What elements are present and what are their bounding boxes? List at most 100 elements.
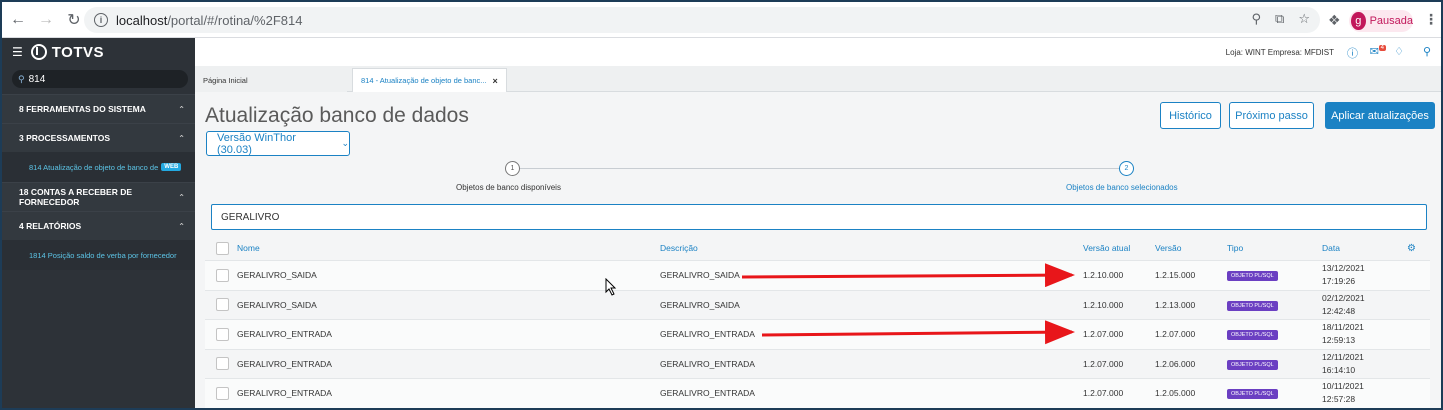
profile-chip[interactable]: g Pausada	[1349, 10, 1413, 32]
hamburger-menu-icon[interactable]: ☰	[12, 45, 23, 59]
sidebar-item-relatorios[interactable]: 4 RELATÓRIOS ⌃	[2, 211, 195, 240]
routine-tabs: Página Inicial 814 - Atualização de obje…	[195, 66, 1441, 92]
table-row[interactable]: GERALIVRO_ENTRADA GERALIVRO_ENTRADA 1.2.…	[205, 319, 1430, 349]
user-icon[interactable]: ⚲	[1423, 45, 1431, 58]
back-icon[interactable]: ←	[6, 8, 30, 32]
extensions-puzzle-icon[interactable]: ❖	[1328, 12, 1341, 29]
totvs-logo-icon	[30, 44, 47, 60]
version-select-value: Versão WinThor (30.03)	[217, 131, 296, 156]
forward-icon[interactable]: →	[34, 8, 58, 32]
sidebar-item-contas-receber[interactable]: 18 CONTAS A RECEBER DE FORNECEDOR ⌃	[2, 182, 195, 211]
reload-icon[interactable]: ↻	[62, 8, 86, 32]
tab-label: Página Inicial	[203, 75, 248, 85]
step-1-circle[interactable]: 1	[505, 161, 520, 176]
column-header-data[interactable]: Data	[1322, 242, 1340, 255]
cell-tipo: OBJETO PL/SQL	[1227, 387, 1278, 400]
row-checkbox[interactable]	[216, 268, 229, 282]
table-row[interactable]: GERALIVRO_ENTRADA GERALIVRO_ENTRADA 1.2.…	[205, 348, 1430, 378]
cell-nome: GERALIVRO_SAIDA	[237, 299, 317, 310]
column-header-tipo[interactable]: Tipo	[1227, 243, 1243, 253]
select-all-checkbox[interactable]	[216, 241, 229, 255]
step-1-label: Objetos de banco disponíveis	[456, 183, 561, 192]
mail-icon[interactable]: ✉	[1370, 45, 1379, 58]
help-icon[interactable]: ⓘ	[1347, 45, 1358, 61]
store-company-info: Loja: WINT Empresa: MFDIST	[1225, 48, 1334, 57]
cell-nome: GERALIVRO_ENTRADA	[237, 329, 332, 340]
cell-versao-atual: 1.2.10.000	[1083, 270, 1124, 281]
sidebar-search-input[interactable]: ⚲ 814	[12, 70, 188, 88]
step-2-circle[interactable]: 2	[1119, 161, 1134, 176]
chevron-up-icon: ⌃	[178, 221, 185, 231]
cell-date: 02/12/2021	[1322, 292, 1365, 303]
search-value: 814	[28, 73, 46, 85]
cell-time: 17:19:26	[1322, 276, 1356, 287]
main-content: Atualização banco de dados Histórico Pró…	[195, 92, 1441, 408]
row-checkbox[interactable]	[216, 327, 229, 341]
cell-descricao: GERALIVRO_SAIDA	[660, 270, 740, 281]
sidebar-subitem-label: 814 Atualização de objeto de banco de	[29, 162, 159, 172]
chevron-up-icon: ⌃	[178, 104, 185, 114]
totvs-logo: TOTVS	[30, 43, 104, 61]
site-info-icon[interactable]: i	[94, 13, 108, 27]
row-checkbox[interactable]	[216, 357, 229, 371]
cell-descricao: GERALIVRO_ENTRADA	[660, 329, 755, 340]
column-header-versao-atual[interactable]: Versão atual	[1083, 243, 1130, 253]
brand-text: TOTVS	[51, 43, 104, 61]
share-icon[interactable]: ⧉	[1275, 11, 1284, 27]
table-row[interactable]: GERALIVRO_SAIDA GERALIVRO_SAIDA 1.2.10.0…	[205, 289, 1430, 319]
row-checkbox[interactable]	[216, 298, 229, 312]
cell-versao-atual: 1.2.07.000	[1083, 388, 1124, 399]
table-row[interactable]: GERALIVRO_SAIDA GERALIVRO_SAIDA 1.2.10.0…	[205, 260, 1430, 290]
tab-label: 814 - Atualização de objeto de banc...	[361, 76, 487, 85]
cell-versao-atual: 1.2.10.000	[1083, 299, 1124, 310]
sidebar-item-processamentos[interactable]: 3 PROCESSAMENTOS ⌃	[2, 123, 195, 152]
tipo-badge: OBJETO PL/SQL	[1227, 389, 1278, 400]
proximo-passo-button[interactable]: Próximo passo	[1229, 102, 1314, 129]
cell-time: 16:14:10	[1322, 364, 1356, 375]
table-row[interactable]: GERALIVRO_ENTRADA GERALIVRO_ENTRADA 1.2.…	[205, 378, 1430, 408]
cell-versao: 1.2.07.000	[1155, 329, 1196, 340]
cell-date: 13/12/2021	[1322, 263, 1365, 274]
historico-button[interactable]: Histórico	[1160, 102, 1221, 129]
cell-time: 12:57:28	[1322, 394, 1356, 405]
sidebar-subitem-1814[interactable]: 1814 Posição saldo de verba por forneced…	[2, 240, 195, 270]
sidebar-header: ☰ TOTVS	[2, 38, 195, 66]
notification-bell-icon[interactable]: ♢	[1394, 45, 1404, 58]
objects-table: Nome Descrição Versão atual Versão Tipo …	[205, 236, 1430, 408]
stepper-line	[518, 168, 1125, 169]
cell-nome: GERALIVRO_ENTRADA	[237, 358, 332, 369]
gear-icon[interactable]: ⚙	[1407, 243, 1416, 254]
app-topbar: Loja: WINT Empresa: MFDIST ⓘ ✉ 4 ♢ ⚲	[195, 38, 1441, 66]
cell-time: 12:59:13	[1322, 335, 1356, 346]
address-bar[interactable]: i localhost/portal/#/rotina/%2F814 ⚲ ⧉ ☆	[84, 7, 1320, 33]
cell-descricao: GERALIVRO_ENTRADA	[660, 388, 755, 399]
sidebar-item-label: 3 PROCESSAMENTOS	[19, 133, 111, 143]
column-header-descricao[interactable]: Descrição	[660, 243, 698, 253]
tab-pagina-inicial[interactable]: Página Inicial	[195, 68, 347, 92]
cell-versao: 1.2.06.000	[1155, 358, 1196, 369]
sidebar-item-ferramentas[interactable]: 8 FERRAMENTAS DO SISTEMA ⌃	[2, 94, 195, 123]
column-header-versao[interactable]: Versão	[1155, 243, 1181, 253]
cell-date: 10/11/2021	[1322, 381, 1364, 392]
bookmark-star-icon[interactable]: ☆	[1298, 11, 1310, 27]
zoom-icon[interactable]: ⚲	[1252, 11, 1262, 27]
table-header: Nome Descrição Versão atual Versão Tipo …	[205, 236, 1430, 260]
cell-data: 13/12/2021 17:19:26	[1322, 262, 1365, 288]
app-frame: ← → ↻ i localhost/portal/#/rotina/%2F814…	[2, 2, 1441, 408]
tab-814[interactable]: 814 - Atualização de objeto de banc... ×	[352, 68, 507, 92]
mouse-cursor-icon	[605, 278, 617, 296]
version-select[interactable]: Versão WinThor (30.03) ⌄	[206, 131, 350, 156]
close-tab-icon[interactable]: ×	[493, 76, 498, 86]
profile-avatar: g	[1351, 12, 1366, 30]
tipo-badge: OBJETO PL/SQL	[1227, 271, 1278, 282]
sidebar-subitem-814[interactable]: 814 Atualização de objeto de banco de WE…	[2, 152, 195, 182]
cell-date: 18/11/2021	[1322, 322, 1364, 333]
column-header-nome[interactable]: Nome	[237, 243, 260, 253]
cell-versao: 1.2.15.000	[1155, 270, 1196, 281]
browser-menu-icon[interactable]: ⋮	[1424, 11, 1438, 28]
row-checkbox[interactable]	[216, 386, 229, 400]
cell-tipo: OBJETO PL/SQL	[1227, 328, 1278, 341]
filter-input[interactable]: GERALIVRO	[211, 204, 1427, 230]
page-title: Atualização banco de dados	[205, 104, 469, 127]
aplicar-atualizacoes-button[interactable]: Aplicar atualizações	[1325, 102, 1435, 129]
